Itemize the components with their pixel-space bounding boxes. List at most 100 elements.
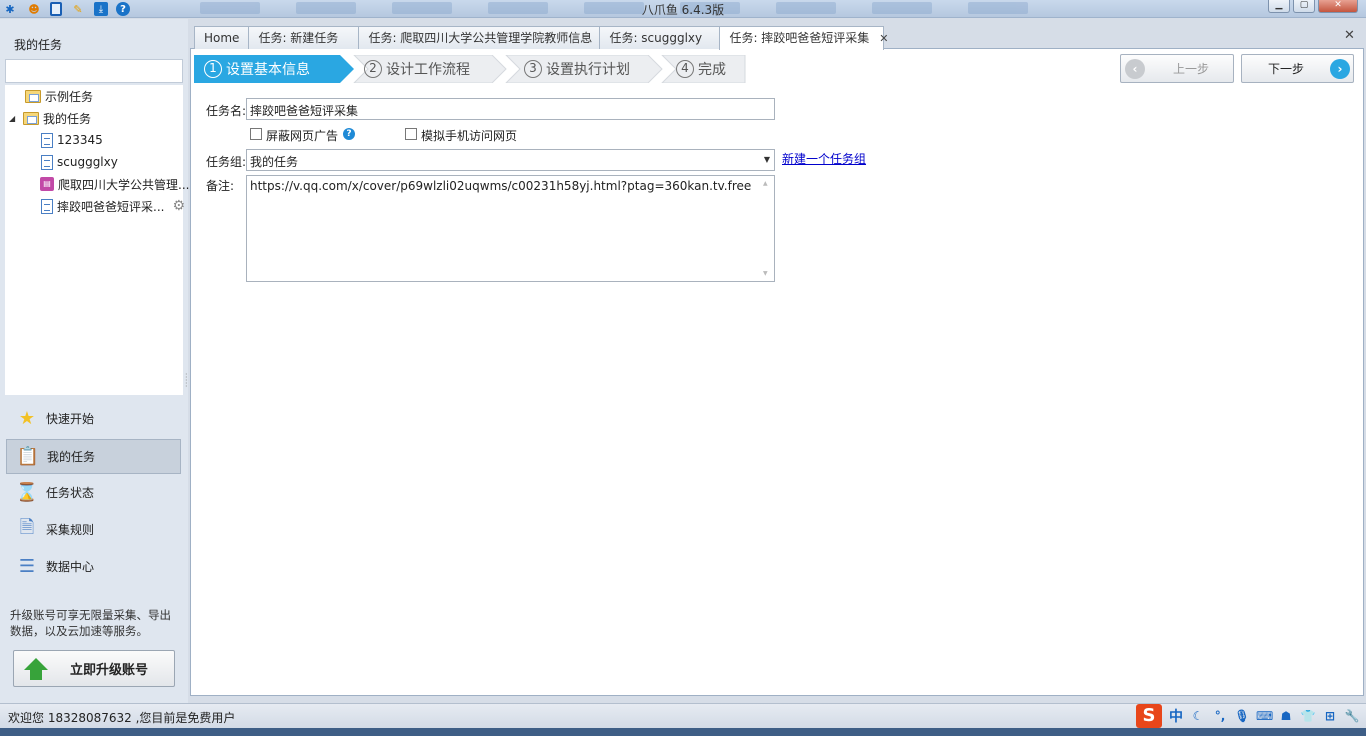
wizard-steps: 1 设置基本信息 2 设计工作流程 3 设置执行计划 4 完成 (194, 55, 746, 83)
scroll-up-icon[interactable]: ▲ (763, 180, 768, 187)
database-icon: ☰ (18, 556, 36, 577)
expand-caret-icon[interactable]: ◢ (9, 114, 19, 123)
wizard-step-basic-info[interactable]: 1 设置基本信息 (204, 55, 310, 83)
shirt-icon[interactable]: 👕 (1300, 709, 1316, 723)
tree-item-label: 123345 (57, 133, 103, 147)
previous-step-button[interactable]: ‹ 上一步 (1120, 54, 1234, 83)
skin-icon[interactable]: ☗ (1278, 709, 1294, 723)
ime-toolbar: S 中 ☾ °, 🎙 ⌨ ☗ 👕 ⊞ 🔧 (1136, 704, 1360, 728)
task-search-input[interactable] (5, 59, 183, 83)
notes-label: 备注: (206, 179, 235, 193)
sidebar: 我的任务 示例任务 ◢ 我的任务 123345 scuggglxy ▤ 爬取四川… (0, 19, 189, 703)
step-label: 设置执行计划 (546, 62, 630, 78)
wizard-step-finish[interactable]: 4 完成 (676, 55, 726, 83)
folder-icon (23, 111, 39, 125)
block-ads-label: 屏蔽网页广告 (266, 129, 339, 143)
scroll-down-icon[interactable]: ▼ (763, 270, 768, 277)
tab-label: 任务: 爬取四川大学公共管理学院教师信息 (368, 31, 593, 45)
maximize-button[interactable]: ▢ (1293, 0, 1315, 13)
task-tree: 示例任务 ◢ 我的任务 123345 scuggglxy ▤ 爬取四川大学公共管… (5, 85, 189, 395)
minimize-button[interactable]: ▁ (1268, 0, 1290, 13)
step-number: 3 (524, 60, 542, 78)
upgrade-description: 升级账号可享无限量采集、导出数据，以及云加速等服务。 (10, 608, 171, 638)
step-number: 4 (676, 60, 694, 78)
dropdown-arrow-icon[interactable]: ▼ (764, 155, 770, 164)
nav-collection-rules[interactable]: 🗎 采集规则 (6, 512, 181, 547)
window-title: 八爪鱼 6.4.3版 (641, 3, 725, 17)
status-text: 欢迎您 18328087632 ,您目前是免费用户 (8, 711, 236, 725)
moon-icon[interactable]: ☾ (1190, 709, 1206, 723)
step-label: 完成 (698, 62, 726, 78)
tab-scu-teachers[interactable]: 任务: 爬取四川大学公共管理学院教师信息 (358, 26, 601, 49)
tab-home[interactable]: Home (194, 26, 250, 49)
document-icon (41, 198, 53, 214)
task-group-label: 任务组: (206, 155, 247, 169)
nav-task-status[interactable]: ⌛ 任务状态 (6, 475, 181, 510)
block-ads-checkbox[interactable] (250, 128, 262, 140)
next-step-button[interactable]: 下一步 › (1241, 54, 1354, 83)
sidebar-title: 我的任务 (14, 38, 63, 52)
tree-item-my-tasks[interactable]: ◢ 我的任务 (9, 109, 91, 127)
tree-item-example-tasks[interactable]: 示例任务 (11, 87, 93, 105)
wrench-icon[interactable]: 🔧 (1344, 709, 1360, 723)
close-window-button[interactable]: ✕ (1318, 0, 1358, 13)
step-label: 设置基本信息 (226, 62, 310, 78)
star-icon: ★ (18, 408, 36, 429)
upgrade-button-label: 立即升级账号 (70, 663, 149, 678)
close-panel-icon[interactable]: ✕ (1344, 28, 1355, 43)
punctuation-icon[interactable]: °, (1212, 709, 1228, 723)
mobile-emulation-checkbox[interactable] (405, 128, 417, 140)
tree-item-label: 我的任务 (43, 111, 92, 126)
tree-item-label: 摔跤吧爸爸短评采... (57, 199, 165, 214)
nav-label: 快速开始 (46, 412, 95, 426)
window-controls: ▁ ▢ ✕ (1268, 0, 1358, 13)
microphone-icon[interactable]: 🎙 (1234, 709, 1250, 723)
notes-scrollbar[interactable]: ▲ ▼ (762, 178, 772, 279)
step-label: 设计工作流程 (386, 62, 470, 78)
wizard-step-schedule[interactable]: 3 设置执行计划 (524, 55, 630, 83)
nav-quick-start[interactable]: ★ 快速开始 (6, 401, 181, 436)
upgrade-account-button[interactable]: 立即升级账号 (13, 650, 175, 687)
tab-label: 任务: scuggglxy (609, 31, 703, 45)
grid-icon[interactable]: ⊞ (1322, 709, 1338, 723)
close-tab-icon[interactable]: ✕ (879, 32, 888, 45)
nav-data-center[interactable]: ☰ 数据中心 (6, 549, 181, 584)
chevron-right-icon: › (1330, 58, 1351, 79)
status-bar: 欢迎您 18328087632 ,您目前是免费用户 S 中 ☾ °, 🎙 ⌨ ☗… (0, 703, 1366, 728)
tree-item-label: 爬取四川大学公共管理... (58, 177, 190, 192)
tree-item-label: 示例任务 (45, 89, 94, 104)
nav-label: 我的任务 (47, 450, 96, 464)
tree-item-task[interactable]: 123345 (41, 131, 103, 149)
next-step-label: 下一步 (1268, 62, 1305, 76)
wizard-step-workflow[interactable]: 2 设计工作流程 (364, 55, 470, 83)
tab-label: 任务: 新建任务 (258, 31, 339, 45)
gear-icon[interactable]: ⚙ (172, 198, 185, 214)
task-group-select[interactable]: 我的任务 ▼ (246, 149, 775, 171)
tab-label: Home (204, 31, 240, 45)
tree-item-task[interactable]: scuggglxy (41, 153, 118, 171)
document-icon (41, 132, 53, 148)
tab-scuggglxy[interactable]: 任务: scuggglxy (599, 26, 721, 49)
tab-new-task[interactable]: 任务: 新建任务 (248, 26, 360, 49)
os-taskbar (0, 728, 1366, 736)
keyboard-icon[interactable]: ⌨ (1256, 709, 1273, 723)
nav-label: 采集规则 (46, 523, 95, 537)
sidebar-splitter-handle[interactable]: · · · · · (185, 371, 188, 391)
tree-item-task[interactable]: ▤ 爬取四川大学公共管理... (40, 175, 189, 193)
hourglass-icon: ⌛ (15, 482, 39, 503)
nav-my-tasks[interactable]: 📋 我的任务 (6, 439, 181, 474)
task-name-label: 任务名: (206, 104, 247, 118)
help-icon[interactable]: ? (343, 128, 355, 140)
task-name-input[interactable]: 摔跤吧爸爸短评采集 (246, 98, 775, 120)
notes-textarea[interactable]: https://v.qq.com/x/cover/p69wlzli02uqwms… (246, 175, 775, 282)
previous-step-label: 上一步 (1173, 62, 1210, 76)
chevron-left-icon: ‹ (1125, 58, 1145, 79)
tree-item-task-selected[interactable]: 摔跤吧爸爸短评采... ⚙ (41, 197, 185, 215)
sogou-ime-icon[interactable]: S (1136, 704, 1162, 728)
tab-label: 任务: 摔跤吧爸爸短评采集 (729, 31, 870, 45)
tab-current-task[interactable]: 任务: 摔跤吧爸爸短评采集 ✕ (719, 26, 889, 50)
ime-mode-indicator[interactable]: 中 (1168, 706, 1184, 726)
up-arrow-icon (24, 657, 48, 680)
step-number: 2 (364, 60, 382, 78)
new-task-group-link[interactable]: 新建一个任务组 (782, 150, 866, 167)
